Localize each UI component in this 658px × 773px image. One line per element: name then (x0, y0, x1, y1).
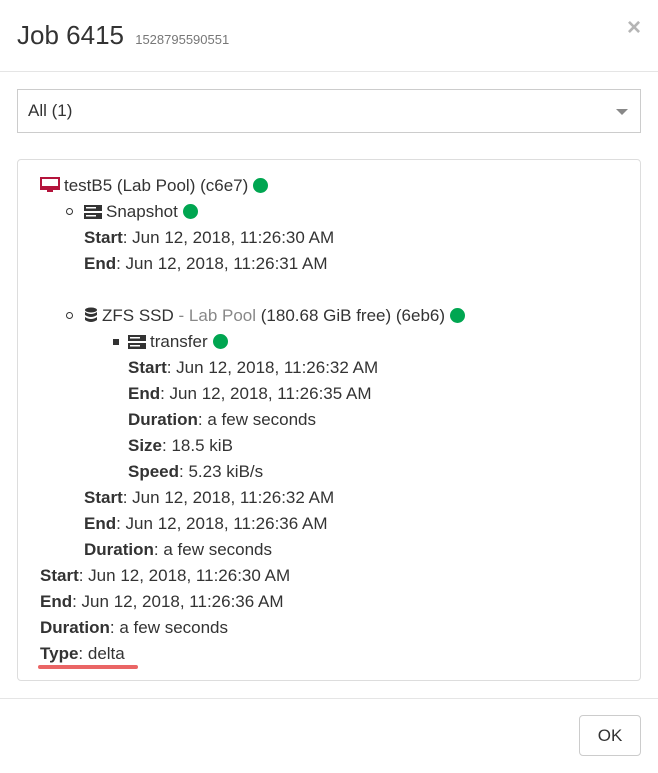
field-value: : 5.23 kiB/s (179, 462, 264, 481)
machine-name: testB5 (Lab Pool) (c6e7) (64, 176, 249, 195)
storage-duration: Duration: a few seconds (84, 540, 272, 560)
snapshot-row: Snapshot (84, 202, 198, 222)
field-label: Start (84, 488, 123, 507)
server-icon (128, 335, 146, 349)
monitor-icon (40, 177, 60, 192)
field-label: Type (40, 644, 79, 663)
bullet-icon (66, 312, 73, 319)
job-end: End: Jun 12, 2018, 11:26:36 AM (40, 592, 284, 612)
field-value: : Jun 12, 2018, 11:26:32 AM (122, 488, 335, 507)
field-value: : Jun 12, 2018, 11:26:30 AM (78, 566, 291, 585)
storage-name: ZFS SSD (102, 306, 174, 325)
status-ok-icon (253, 178, 269, 193)
field-value: : a few seconds (153, 540, 273, 559)
job-title: Job 6415 (17, 20, 124, 50)
snapshot-start: Start: Jun 12, 2018, 11:26:30 AM (84, 228, 334, 248)
modal-title: Job 6415 1528795590551 (17, 20, 229, 51)
transfer-size: Size: 18.5 kiB (128, 436, 233, 456)
field-label: Start (40, 566, 79, 585)
field-value: : Jun 12, 2018, 11:26:30 AM (122, 228, 335, 247)
transfer-end: End: Jun 12, 2018, 11:26:35 AM (128, 384, 372, 404)
modal-header: Job 6415 1528795590551 × (0, 0, 658, 72)
field-label: End (40, 592, 73, 611)
bullet-icon (113, 339, 119, 345)
server-icon (84, 205, 102, 219)
field-value: : Jun 12, 2018, 11:26:36 AM (72, 592, 284, 611)
status-ok-icon (182, 204, 198, 219)
field-label: Speed (128, 462, 180, 481)
snapshot-label: Snapshot (106, 202, 178, 221)
chevron-down-icon (616, 109, 628, 115)
field-label: Start (84, 228, 123, 247)
field-value: : delta (78, 644, 125, 663)
job-type: Type: delta (40, 644, 125, 664)
transfer-duration: Duration: a few seconds (128, 410, 316, 430)
field-label: Duration (84, 540, 154, 559)
storage-pool: - Lab Pool (173, 306, 257, 325)
modal-footer: OK (0, 698, 658, 773)
field-value: : Jun 12, 2018, 11:26:35 AM (160, 384, 372, 403)
field-value: : a few seconds (197, 410, 317, 429)
field-value: : 18.5 kiB (162, 436, 233, 455)
bullet-icon (66, 208, 73, 215)
field-value: : Jun 12, 2018, 11:26:31 AM (116, 254, 328, 273)
field-value: : Jun 12, 2018, 11:26:32 AM (166, 358, 379, 377)
transfer-label: transfer (150, 332, 208, 351)
close-button[interactable]: × (627, 14, 641, 42)
transfer-speed: Speed: 5.23 kiB/s (128, 462, 263, 482)
field-label: Start (128, 358, 167, 377)
job-start: Start: Jun 12, 2018, 11:26:30 AM (40, 566, 290, 586)
status-ok-icon (450, 308, 466, 323)
filter-select[interactable]: All (1) (17, 89, 641, 133)
field-label: End (84, 254, 117, 273)
storage-end: End: Jun 12, 2018, 11:26:36 AM (84, 514, 328, 534)
field-label: Size (128, 436, 163, 455)
machine-row: testB5 (Lab Pool) (c6e7) (40, 176, 269, 196)
field-label: End (84, 514, 117, 533)
job-timestamp-id: 1528795590551 (135, 32, 230, 47)
transfer-start: Start: Jun 12, 2018, 11:26:32 AM (128, 358, 378, 378)
field-value: : a few seconds (109, 618, 229, 637)
job-duration: Duration: a few seconds (40, 618, 228, 638)
storage-row: ZFS SSD - Lab Pool (180.68 GiB free) (6e… (84, 306, 466, 326)
field-label: Duration (128, 410, 198, 429)
storage-start: Start: Jun 12, 2018, 11:26:32 AM (84, 488, 334, 508)
status-ok-icon (212, 334, 228, 349)
storage-detail: (180.68 GiB free) (6eb6) (256, 306, 446, 325)
field-value: : Jun 12, 2018, 11:26:36 AM (116, 514, 328, 533)
transfer-row: transfer (128, 332, 228, 352)
snapshot-end: End: Jun 12, 2018, 11:26:31 AM (84, 254, 328, 274)
filter-selected-value: All (1) (28, 101, 73, 120)
field-label: End (128, 384, 161, 403)
ok-button[interactable]: OK (579, 715, 641, 756)
database-icon (85, 307, 97, 322)
field-label: Duration (40, 618, 110, 637)
highlight-underline (38, 665, 138, 669)
